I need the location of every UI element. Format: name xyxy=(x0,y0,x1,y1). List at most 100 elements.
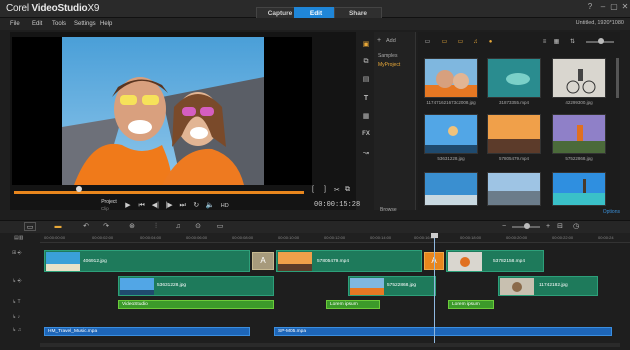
clip-mode-label[interactable]: Clip xyxy=(101,206,109,211)
title-clip[interactable]: Lorem ipsum xyxy=(448,300,494,309)
transition-icon[interactable]: ▤ xyxy=(361,75,371,84)
playhead-handle[interactable] xyxy=(431,233,438,238)
library-item[interactable] xyxy=(487,58,541,98)
close-icon[interactable]: ✕ xyxy=(619,2,630,12)
zoom-in-icon[interactable]: + xyxy=(542,222,554,231)
subtitle-editor-icon[interactable]: ▭ xyxy=(214,222,226,231)
media-library-icon[interactable]: ▣ xyxy=(361,40,371,49)
trim-in-icon[interactable]: [ xyxy=(312,186,314,193)
library-item[interactable] xyxy=(487,114,541,154)
timeline-view-icon[interactable]: ▬ xyxy=(52,222,64,231)
import-media-icon[interactable]: ▭ xyxy=(423,38,432,46)
video-clip[interactable]: 57805479.mp4 xyxy=(276,250,422,272)
repeat-icon[interactable]: ↻ xyxy=(190,199,202,213)
motion-tracking-icon[interactable]: ⊙ xyxy=(192,222,204,231)
end-icon[interactable]: ⏭ xyxy=(177,199,189,213)
folder-samples[interactable]: Samples xyxy=(378,53,397,59)
fit-project-icon[interactable]: ⊟ xyxy=(554,222,566,231)
title-clip[interactable]: Lorem ipsum xyxy=(326,300,380,309)
record-capture-icon[interactable]: ⊛ xyxy=(126,222,138,231)
app-title-product: VideoStudio xyxy=(31,3,88,14)
thumbnail-view-icon[interactable]: ▦ xyxy=(552,38,561,46)
overlay-clip[interactable]: 11742182.jpg xyxy=(498,276,598,296)
clip-label: 53782158.mp4 xyxy=(493,259,526,264)
browse-button[interactable]: Browse xyxy=(380,207,397,213)
library-item-label: 57805479.mp4 xyxy=(498,156,530,161)
options-button[interactable]: Options xyxy=(603,209,620,215)
undo-icon[interactable]: ↶ xyxy=(80,222,92,231)
menu-help[interactable]: Help xyxy=(100,21,112,27)
title-icon[interactable]: T xyxy=(361,94,371,103)
instant-project-icon[interactable]: ⧉ xyxy=(361,57,371,66)
ruler-tick: 00:00:10:00 xyxy=(278,235,300,240)
clip-label: 57522868.jpg xyxy=(387,283,417,288)
path-icon[interactable]: ↝ xyxy=(361,149,371,158)
scrub-handle[interactable] xyxy=(76,186,82,192)
next-frame-icon[interactable]: |▶ xyxy=(163,199,175,213)
volume-icon[interactable]: 🔈 xyxy=(204,199,216,213)
split-icon[interactable]: ✂ xyxy=(334,186,340,194)
show-audio-icon[interactable]: ♫ xyxy=(471,38,480,46)
thumbnail-size-handle[interactable] xyxy=(598,38,604,44)
video-clip[interactable]: 406912.jpg xyxy=(44,250,250,272)
zoom-handle[interactable] xyxy=(524,223,530,229)
library-item[interactable] xyxy=(424,58,478,98)
previous-frame-icon[interactable]: ◀| xyxy=(149,199,161,213)
thumb-sunset xyxy=(488,115,540,153)
auto-music-icon[interactable]: ♫ xyxy=(172,222,184,231)
storyboard-view-icon[interactable]: ▭ xyxy=(24,222,36,231)
enlarge-icon[interactable]: ⧉ xyxy=(345,186,350,194)
list-view-icon[interactable]: ≡ xyxy=(540,38,549,46)
thumb-ocean xyxy=(425,173,477,205)
help-icon[interactable]: ? xyxy=(584,2,596,12)
sort-icon[interactable]: ⇅ xyxy=(568,38,577,46)
timeline-playhead[interactable] xyxy=(434,233,435,343)
show-photos-icon[interactable]: ▭ xyxy=(456,38,465,46)
trim-out-icon[interactable]: ] xyxy=(324,186,326,193)
sound-mixer-icon[interactable]: ⫶ xyxy=(150,222,162,231)
menu-tools[interactable]: Tools xyxy=(52,21,66,27)
video-track-header[interactable]: ⊞ ⎆ xyxy=(12,250,40,267)
menu-settings[interactable]: Settings xyxy=(74,21,96,27)
transition-clip[interactable]: A xyxy=(252,252,274,270)
menu-file[interactable]: File xyxy=(10,21,20,27)
library-item[interactable] xyxy=(424,172,478,206)
home-icon[interactable]: ⏮ xyxy=(136,199,148,213)
track-manager-icon[interactable]: ▤▥ xyxy=(14,235,23,241)
hd-toggle[interactable]: HD xyxy=(218,199,232,213)
project-mode-label[interactable]: Project xyxy=(100,199,118,205)
menu-edit[interactable]: Edit xyxy=(32,21,42,27)
library-item[interactable] xyxy=(424,114,478,154)
redo-icon[interactable]: ↷ xyxy=(100,222,112,231)
timeline-scrollbar[interactable] xyxy=(40,343,620,347)
music-track-header[interactable]: ↳ ♫ xyxy=(12,327,40,344)
title-clip[interactable]: VideoStudio xyxy=(118,300,274,309)
show-videos-icon[interactable]: ▭ xyxy=(440,38,449,46)
preview-window[interactable] xyxy=(12,37,312,185)
music-clip[interactable]: SP-M05.mpa xyxy=(274,327,612,336)
scrub-bar-fill xyxy=(14,191,304,194)
library-item[interactable] xyxy=(552,114,606,154)
ruler-tick: 00:00:24 xyxy=(598,235,614,240)
music-clip[interactable]: HM_Travel_Music.mpa xyxy=(44,327,250,336)
ruler-tick: 00:00:12:00 xyxy=(324,235,346,240)
overlay-clip[interactable]: 57522868.jpg xyxy=(348,276,436,296)
folder-myproject[interactable]: MyProject xyxy=(378,62,400,68)
zoom-out-icon[interactable]: − xyxy=(498,222,510,231)
library-item[interactable] xyxy=(487,172,541,206)
filter-icon[interactable]: FX xyxy=(361,130,371,139)
overlay-clip[interactable]: 53631228.jpg xyxy=(118,276,274,296)
library-scrollbar[interactable] xyxy=(616,58,619,98)
graphic-icon[interactable]: ▦ xyxy=(361,112,371,121)
add-folder-icon[interactable]: + xyxy=(377,37,381,44)
overlay-track-header[interactable]: ↳ ⎆ xyxy=(12,278,40,295)
video-clip[interactable]: 53782158.mp4 xyxy=(446,250,544,272)
timecode-mini-icon[interactable]: ◷ xyxy=(570,222,582,231)
timecode-display[interactable]: 00:00:15:28 xyxy=(314,201,360,209)
show-music-icon[interactable]: ● xyxy=(486,38,495,46)
ruler-tick: 00:00:00:00 xyxy=(44,235,66,240)
library-item[interactable] xyxy=(552,172,606,206)
add-folder-label[interactable]: Add xyxy=(386,38,396,44)
library-item[interactable] xyxy=(552,58,606,98)
play-icon[interactable]: ▶ xyxy=(122,199,134,213)
